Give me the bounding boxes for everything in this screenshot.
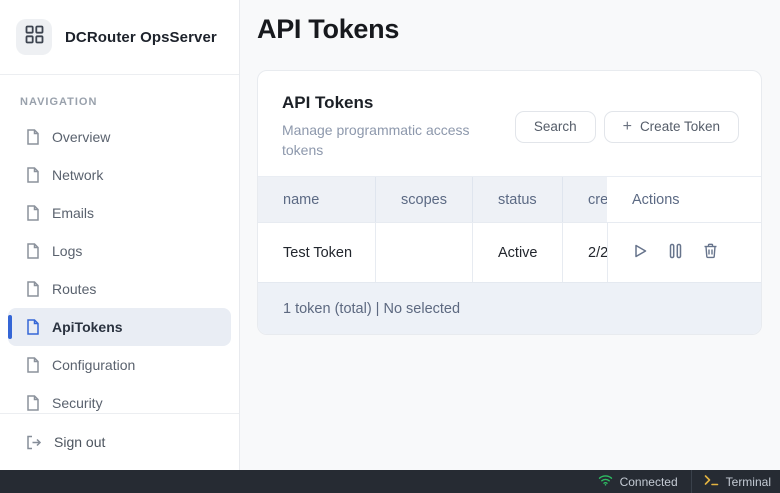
sidebar-item-routes[interactable]: Routes xyxy=(8,270,231,308)
create-token-button[interactable]: + Create Token xyxy=(604,111,739,143)
sidebar-item-label: Configuration xyxy=(52,357,135,373)
card-header-text: API Tokens Manage programmatic access to… xyxy=(282,93,497,160)
sidebar-item-configuration[interactable]: Configuration xyxy=(8,346,231,384)
api-tokens-card: API Tokens Manage programmatic access to… xyxy=(257,70,762,335)
delete-token-button[interactable] xyxy=(703,243,718,262)
cell-created: 2/2 xyxy=(563,245,607,261)
card-title: API Tokens xyxy=(282,93,497,113)
app-window: DCRouter OpsServer NAVIGATION Overview N… xyxy=(0,0,780,470)
search-button[interactable]: Search xyxy=(515,111,596,143)
card-subtitle: Manage programmatic access tokens xyxy=(282,120,497,160)
search-button-label: Search xyxy=(534,119,577,134)
wifi-icon xyxy=(598,474,613,489)
sidebar: DCRouter OpsServer NAVIGATION Overview N… xyxy=(0,0,240,470)
document-icon xyxy=(26,319,40,335)
sidebar-item-label: Routes xyxy=(52,281,96,297)
trash-icon xyxy=(703,243,718,262)
column-header-created[interactable]: crea xyxy=(563,177,607,222)
sidebar-item-logs[interactable]: Logs xyxy=(8,232,231,270)
terminal-label: Terminal xyxy=(726,475,771,489)
grid-icon xyxy=(25,25,44,49)
document-icon xyxy=(26,395,40,411)
sign-out-button[interactable]: Sign out xyxy=(8,422,231,462)
app-logo xyxy=(16,19,52,55)
sidebar-item-network[interactable]: Network xyxy=(8,156,231,194)
sidebar-item-label: Network xyxy=(52,167,103,183)
run-token-button[interactable] xyxy=(633,243,648,262)
cell-status: Active xyxy=(473,223,563,282)
sidebar-item-security[interactable]: Security xyxy=(8,384,231,413)
sidebar-item-apitokens[interactable]: ApiTokens xyxy=(8,308,231,346)
sign-out-label: Sign out xyxy=(54,434,105,450)
sidebar-item-label: Overview xyxy=(52,129,110,145)
table-footer: 1 token (total) | No selected xyxy=(258,282,761,334)
column-header-scopes[interactable]: scopes xyxy=(376,177,473,222)
sidebar-item-label: Emails xyxy=(52,205,94,221)
document-icon xyxy=(26,357,40,373)
connection-status: Connected xyxy=(585,470,691,493)
terminal-icon xyxy=(704,474,719,489)
pause-token-button[interactable] xyxy=(669,243,682,262)
status-bar: Connected Terminal xyxy=(0,470,780,493)
column-header-status[interactable]: status xyxy=(473,177,563,222)
table-header-row: name scopes status crea Actions xyxy=(258,176,761,222)
sidebar-footer: Sign out xyxy=(0,413,239,462)
document-icon xyxy=(26,129,40,145)
sidebar-item-overview[interactable]: Overview xyxy=(8,118,231,156)
page-title: API Tokens xyxy=(257,14,762,45)
table-row[interactable]: Test Token Active 2/2 xyxy=(258,222,761,282)
nav-section-label: NAVIGATION xyxy=(20,96,239,108)
cell-actions xyxy=(607,223,761,282)
terminal-button[interactable]: Terminal xyxy=(692,470,780,493)
create-token-label: Create Token xyxy=(640,119,720,134)
sidebar-header: DCRouter OpsServer xyxy=(0,0,239,75)
cell-name: Test Token xyxy=(258,223,376,282)
sidebar-item-label: Logs xyxy=(52,243,82,259)
brand-title: DCRouter OpsServer xyxy=(65,29,217,46)
table-summary: 1 token (total) | No selected xyxy=(283,301,460,317)
pause-icon xyxy=(669,243,682,262)
logout-icon xyxy=(26,435,42,450)
plus-icon: + xyxy=(623,118,632,136)
play-icon xyxy=(633,243,648,262)
document-icon xyxy=(26,281,40,297)
sidebar-nav: NAVIGATION Overview Network Emails Logs xyxy=(0,75,239,413)
column-header-name[interactable]: name xyxy=(258,177,376,222)
card-actions: Search + Create Token xyxy=(515,111,739,143)
document-icon xyxy=(26,205,40,221)
sidebar-item-label: ApiTokens xyxy=(52,319,123,335)
active-indicator xyxy=(8,315,12,339)
card-header: API Tokens Manage programmatic access to… xyxy=(258,71,761,176)
sidebar-item-label: Security xyxy=(52,395,103,411)
main-content: API Tokens API Tokens Manage programmati… xyxy=(240,0,780,470)
document-icon xyxy=(26,243,40,259)
document-icon xyxy=(26,167,40,183)
cell-scopes xyxy=(376,223,473,282)
column-header-actions: Actions xyxy=(607,177,761,222)
sidebar-item-emails[interactable]: Emails xyxy=(8,194,231,232)
connection-status-label: Connected xyxy=(620,475,678,489)
